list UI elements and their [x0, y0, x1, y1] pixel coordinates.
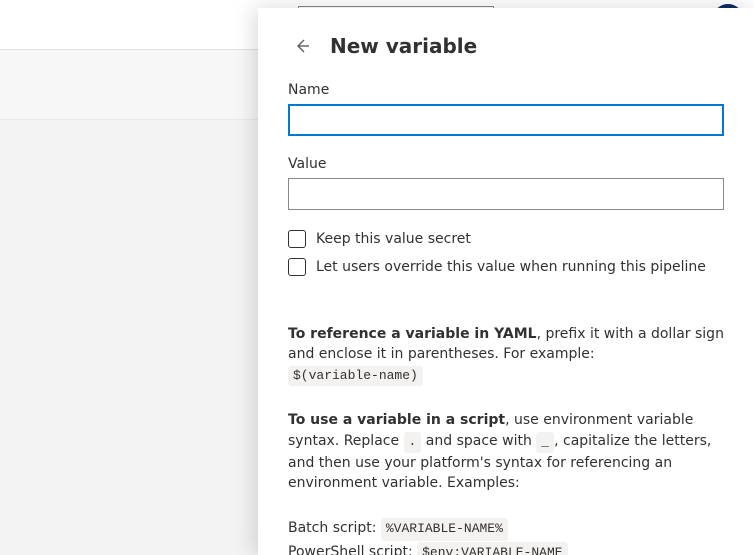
example-batch: Batch script: %VARIABLE-NAME%: [288, 517, 724, 541]
value-field-group: Value: [288, 156, 724, 210]
help-script-code1: .: [404, 432, 422, 453]
help-yaml-code: $(variable-name): [288, 366, 423, 387]
help-script-text2: and space with: [421, 433, 536, 449]
new-variable-panel: New variable Name Value Keep this value …: [258, 8, 754, 555]
secret-checkbox-row[interactable]: Keep this value secret: [288, 230, 724, 248]
help-yaml-para: To reference a variable in YAML, prefix …: [288, 324, 724, 386]
example-ps-code: $env:VARIABLE-NAME: [417, 542, 567, 555]
override-checkbox-label: Let users override this value when runni…: [316, 259, 706, 275]
name-label: Name: [288, 82, 724, 98]
panel-title: New variable: [330, 34, 477, 58]
example-batch-code: %VARIABLE-NAME%: [381, 518, 508, 541]
help-script-para: To use a variable in a script, use envir…: [288, 410, 724, 493]
example-ps-label: PowerShell script:: [288, 544, 417, 555]
override-checkbox[interactable]: [288, 258, 306, 276]
back-button[interactable]: [288, 32, 316, 60]
value-label: Value: [288, 156, 724, 172]
value-input[interactable]: [288, 178, 724, 210]
example-powershell: PowerShell script: $env:VARIABLE-NAME: [288, 541, 724, 555]
panel-header: New variable: [288, 32, 724, 60]
secret-checkbox[interactable]: [288, 230, 306, 248]
secret-checkbox-label: Keep this value secret: [316, 231, 471, 247]
name-input[interactable]: [288, 104, 724, 136]
help-script-bold: To use a variable in a script: [288, 412, 505, 428]
override-checkbox-row[interactable]: Let users override this value when runni…: [288, 258, 724, 276]
help-script-code2: _: [536, 432, 554, 453]
help-yaml-bold: To reference a variable in YAML: [288, 326, 537, 342]
example-batch-label: Batch script:: [288, 520, 381, 536]
arrow-left-icon: [294, 38, 310, 54]
help-section: To reference a variable in YAML, prefix …: [288, 324, 724, 555]
name-field-group: Name: [288, 82, 724, 136]
